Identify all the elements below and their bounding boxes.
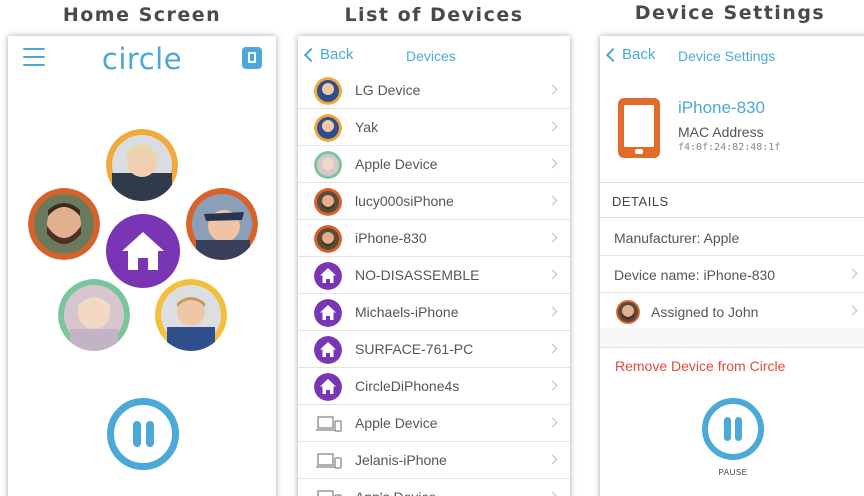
remove-device-button[interactable]: Remove Device from Circle	[615, 358, 785, 374]
device-name: iPhone-830	[678, 98, 765, 117]
chevron-right-icon	[547, 121, 558, 132]
avatar	[616, 300, 640, 324]
device-label: iPhone-830	[355, 230, 427, 246]
device-row[interactable]: Yak	[298, 109, 570, 146]
device-row[interactable]: lucy000siPhone	[298, 183, 570, 220]
chevron-right-icon	[547, 195, 558, 206]
device-label: App's Device	[355, 489, 436, 496]
chevron-right-icon	[547, 380, 558, 391]
chevron-right-icon	[547, 343, 558, 354]
chevron-right-icon	[847, 268, 858, 279]
chevron-right-icon	[547, 84, 558, 95]
device-row[interactable]: NO-DISASSEMBLE	[298, 257, 570, 294]
assigned-row[interactable]: Assigned to John	[600, 293, 864, 330]
back-button[interactable]: Back	[303, 46, 354, 63]
device-label: Jelanis-iPhone	[355, 452, 447, 468]
nav-bar: Back Device Settings	[600, 36, 864, 76]
chevron-right-icon	[547, 454, 558, 465]
assigned-label: Assigned to John	[651, 304, 759, 320]
profile-avatar-woman-right[interactable]	[186, 188, 258, 260]
chevron-right-icon	[847, 305, 858, 316]
nav-bar: Back Devices	[298, 36, 570, 76]
avatar	[314, 114, 342, 142]
manufacturer-label: Manufacturer: Apple	[614, 230, 740, 246]
device-row[interactable]: iPhone-830	[298, 220, 570, 257]
home-icon	[314, 336, 342, 364]
circle-logo: circle	[101, 42, 183, 76]
mac-address-label: MAC Address	[678, 124, 764, 140]
smartphone-icon	[618, 98, 660, 158]
home-icon	[314, 299, 342, 327]
details-section-header: DETAILS	[600, 182, 864, 218]
section-gap	[600, 328, 864, 348]
device-label: CircleDiPhone4s	[355, 378, 460, 394]
home-icon	[314, 262, 342, 290]
device-row[interactable]: CircleDiPhone4s	[298, 368, 570, 405]
device-row[interactable]: App's Device	[298, 479, 570, 496]
device-label: Yak	[355, 119, 379, 135]
page-title: Device Settings	[678, 48, 776, 64]
home-icon	[314, 373, 342, 401]
details-header-label: DETAILS	[612, 194, 669, 209]
device-list: LG Device Yak Apple Device lucy000siPhone iP…	[298, 72, 570, 496]
device-row[interactable]: Jelanis-iPhone	[298, 442, 570, 479]
devices-list-phone: Back Devices LG Device Yak Apple Device luc…	[298, 36, 570, 496]
device-label: Michaels-iPhone	[355, 304, 459, 320]
pause-label: PAUSE	[718, 468, 748, 477]
device-label: SURFACE-761-PC	[355, 341, 474, 357]
profile-avatar-child-top[interactable]	[106, 129, 178, 201]
device-row[interactable]: LG Device	[298, 72, 570, 109]
chevron-right-icon	[547, 269, 558, 280]
back-label: Back	[622, 46, 656, 63]
device-label: lucy000siPhone	[355, 193, 454, 209]
chevron-right-icon	[547, 306, 558, 317]
avatar	[314, 151, 342, 179]
avatar	[314, 77, 342, 105]
device-label: LG Device	[355, 82, 421, 98]
page-title: Devices	[406, 48, 456, 64]
chevron-right-icon	[547, 158, 558, 169]
laptop-icon	[316, 453, 342, 471]
home-icon	[122, 232, 164, 270]
caption-device-settings: Device Settings	[634, 2, 826, 24]
device-row[interactable]: Apple Device	[298, 146, 570, 183]
manufacturer-row: Manufacturer: Apple	[600, 219, 864, 256]
chevron-left-icon	[303, 47, 319, 63]
device-name-row[interactable]: Device name: iPhone-830	[600, 256, 864, 293]
device-row[interactable]: Apple Device	[298, 405, 570, 442]
back-button[interactable]: Back	[605, 46, 656, 63]
home-button[interactable]	[106, 214, 180, 288]
chevron-left-icon	[605, 47, 621, 63]
device-row[interactable]: Michaels-iPhone	[298, 294, 570, 331]
caption-home-screen: Home Screen	[62, 4, 222, 26]
avatar	[314, 225, 342, 253]
profile-avatar-man-left[interactable]	[28, 188, 100, 260]
pause-button[interactable]	[702, 398, 764, 460]
laptop-icon	[316, 416, 342, 434]
chevron-right-icon	[547, 232, 558, 243]
profile-avatar-baby-bottom-left[interactable]	[58, 279, 130, 351]
home-screen-phone: circle	[8, 36, 276, 496]
caption-list-of-devices: List of Devices	[344, 4, 524, 26]
avatar	[314, 188, 342, 216]
back-label: Back	[320, 46, 354, 63]
chevron-right-icon	[547, 417, 558, 428]
device-label: Apple Device	[355, 415, 438, 431]
device-label: Apple Device	[355, 156, 438, 172]
profile-avatar-boy-bottom-right[interactable]	[155, 279, 227, 351]
device-label: NO-DISASSEMBLE	[355, 267, 480, 283]
device-settings-phone: Back Device Settings iPhone-830 MAC Addr…	[600, 36, 864, 496]
chevron-right-icon	[547, 491, 558, 496]
device-name-label: Device name: iPhone-830	[614, 267, 776, 283]
device-row[interactable]: SURFACE-761-PC	[298, 331, 570, 368]
laptop-icon	[316, 490, 342, 496]
mac-address-value: f4:0f:24:82:48:1f	[678, 142, 781, 153]
device-icon[interactable]	[242, 47, 262, 69]
pause-button[interactable]	[107, 398, 179, 470]
